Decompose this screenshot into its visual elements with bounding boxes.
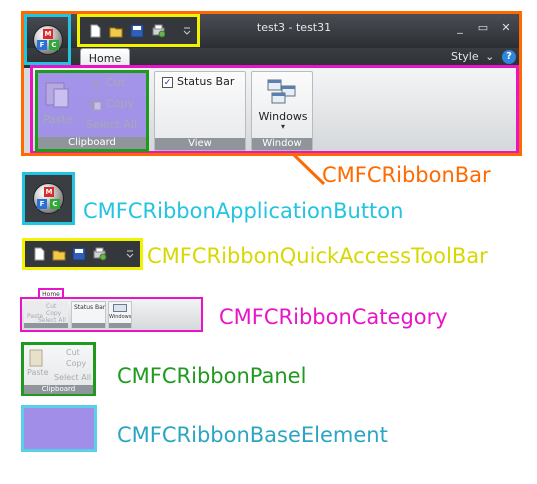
copy-icon[interactable] xyxy=(90,99,102,111)
status-bar-checkbox[interactable]: ✓ xyxy=(162,77,173,88)
legend-qat-label: CMFCRibbonQuickAccessToolBar xyxy=(147,244,488,268)
application-button[interactable]: M F C xyxy=(33,25,63,55)
style-menu[interactable]: Style ⌄ xyxy=(451,50,494,63)
mfc-letter-f: F xyxy=(37,40,47,50)
new-document-icon[interactable] xyxy=(88,24,102,38)
legend-base-element-label: CMFCRibbonBaseElement xyxy=(117,423,388,447)
chevron-down-icon: ⌄ xyxy=(485,50,495,63)
ribbon-category: Paste Cut Copy Select All Clipboard ✓ St… xyxy=(30,65,519,153)
windows-icon-thumb xyxy=(113,304,127,312)
quick-access-toolbar xyxy=(77,14,200,47)
clipboard-caption-panel-thumb: Clipboard xyxy=(24,385,93,394)
cut-label[interactable]: Cut xyxy=(106,76,125,89)
clipboard-caption-bar-thumb xyxy=(24,323,68,328)
close-button[interactable]: ✕ xyxy=(498,21,514,35)
open-folder-icon[interactable] xyxy=(109,24,123,38)
view-panel-thumb: Status Bar xyxy=(71,301,106,328)
clipboard-panel-thumb: Paste Cut Copy Select All xyxy=(24,301,68,328)
view-caption: View xyxy=(155,138,245,150)
application-name: test31 xyxy=(295,21,332,34)
copy-label-panel-thumb: Copy xyxy=(66,359,87,368)
minimize-button[interactable]: _ xyxy=(452,21,468,35)
application-button-outline[interactable]: M F C xyxy=(24,14,71,65)
ribbon-bar-window: test3 - test31 _ ▭ ✕ Style ⌄ ? M F C Hom… xyxy=(21,11,522,156)
cut-label-thumb: Cut xyxy=(46,303,57,310)
window-caption-bar-thumb xyxy=(109,323,131,328)
view-panel: ✓ Status Bar View xyxy=(154,71,246,151)
cut-label-panel-thumb: Cut xyxy=(66,348,80,357)
legend-panel-label: CMFCRibbonPanel xyxy=(117,364,307,388)
windows-label-thumb: Windows xyxy=(109,314,132,320)
window-title: test3 - test31 xyxy=(224,21,364,34)
windows-icon[interactable] xyxy=(266,78,298,106)
maximize-button[interactable]: ▭ xyxy=(475,21,491,35)
windows-dropdown-arrow[interactable]: ▾ xyxy=(256,122,310,131)
paste-icon-thumb xyxy=(29,349,43,367)
save-icon[interactable] xyxy=(130,24,144,38)
print-preview-icon-thumb xyxy=(93,247,107,261)
ribbon-bar-label: CMFCRibbonBar xyxy=(322,163,491,187)
window-caption: Window xyxy=(252,138,312,150)
view-caption-bar-thumb xyxy=(72,323,105,328)
open-folder-icon-thumb xyxy=(52,250,66,261)
select-all-label[interactable]: Select All xyxy=(86,118,137,131)
mfc-letter-c-thumb: C xyxy=(50,199,60,209)
clipboard-caption: Clipboard xyxy=(38,137,146,149)
paste-icon[interactable] xyxy=(44,79,70,109)
paste-label-panel-thumb: Paste xyxy=(27,368,49,377)
status-bar-label[interactable]: Status Bar xyxy=(177,75,234,88)
new-document-icon-thumb xyxy=(34,247,45,261)
legend-app-button-label: CMFCRibbonApplicationButton xyxy=(83,199,404,223)
mfc-letter-m: M xyxy=(43,29,53,39)
document-name: test3 xyxy=(256,21,286,34)
select-all-label-panel-thumb: Select All xyxy=(54,373,92,382)
save-icon-thumb xyxy=(72,247,86,261)
customize-toolbar-icon[interactable] xyxy=(183,26,197,40)
copy-label-thumb: Copy xyxy=(46,310,62,317)
category-thumb: Paste Cut Copy Select All Status Bar Win… xyxy=(20,297,203,332)
title-separator: - xyxy=(285,21,296,34)
window-panel: Windows ▾ Window xyxy=(251,71,313,151)
status-bar-label-thumb: Status Bar xyxy=(74,304,106,311)
legend-category-label: CMFCRibbonCategory xyxy=(219,305,448,329)
customize-toolbar-icon-thumb xyxy=(126,250,134,258)
clipboard-panel: Paste Cut Copy Select All Clipboard xyxy=(35,70,149,152)
legend-category-swatch: Home Paste Cut Copy Select All Status Ba… xyxy=(20,288,203,332)
legend-base-element-swatch xyxy=(21,405,97,452)
mfc-letter-m-thumb: M xyxy=(44,187,54,197)
application-button-thumbnail: M F C xyxy=(33,183,64,214)
paste-label[interactable]: Paste xyxy=(43,113,73,126)
legend-qat-swatch xyxy=(22,238,143,270)
copy-label[interactable]: Copy xyxy=(106,97,134,110)
cut-icon[interactable] xyxy=(90,78,102,90)
mfc-letter-c: C xyxy=(49,40,59,50)
style-label: Style xyxy=(451,50,479,63)
legend-panel-swatch: Paste Cut Copy Select All Clipboard xyxy=(21,342,96,396)
mfc-letter-f-thumb: F xyxy=(37,199,47,209)
print-preview-icon[interactable] xyxy=(151,24,165,38)
help-button[interactable]: ? xyxy=(502,50,516,64)
legend-app-button-swatch: M F C xyxy=(22,172,75,225)
window-panel-thumb: Windows xyxy=(108,301,132,328)
